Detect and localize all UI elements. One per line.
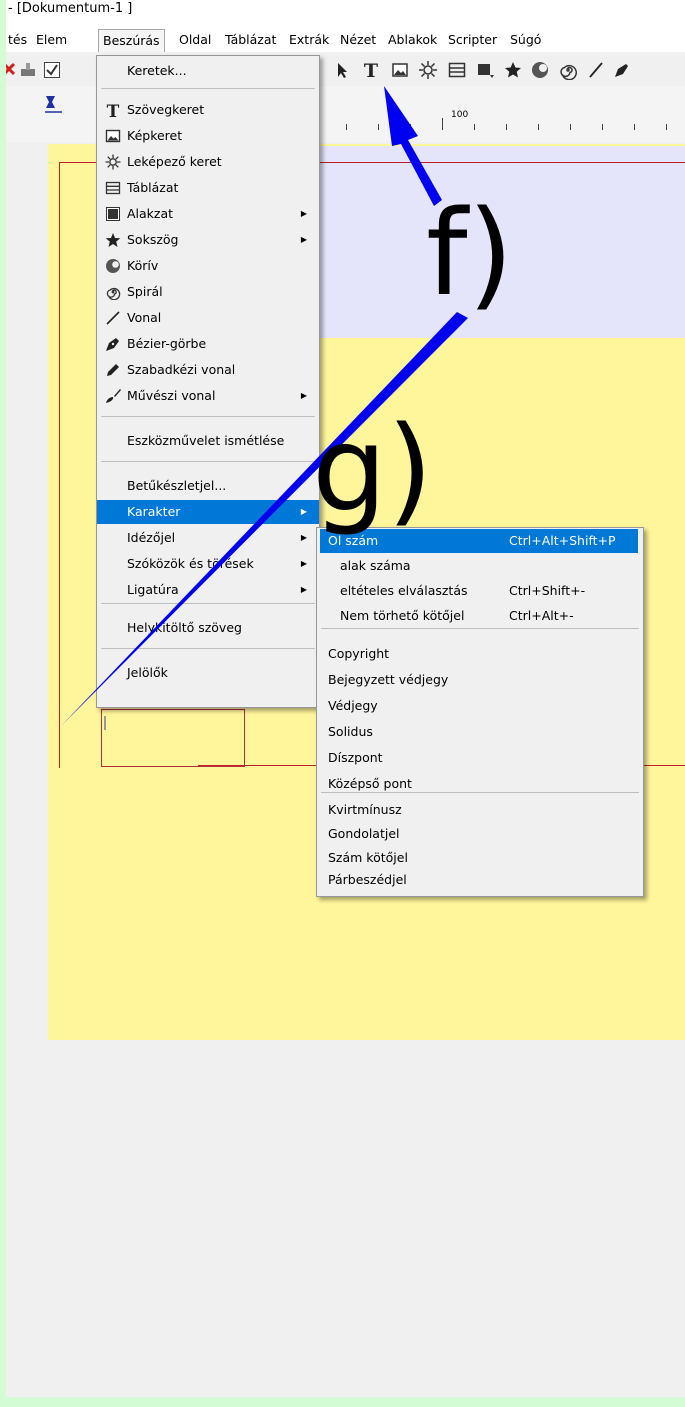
annotation-f-label: f) — [426, 184, 514, 322]
annotation-overlay — [61, 86, 468, 726]
annotation-g-label: g) — [312, 400, 433, 538]
